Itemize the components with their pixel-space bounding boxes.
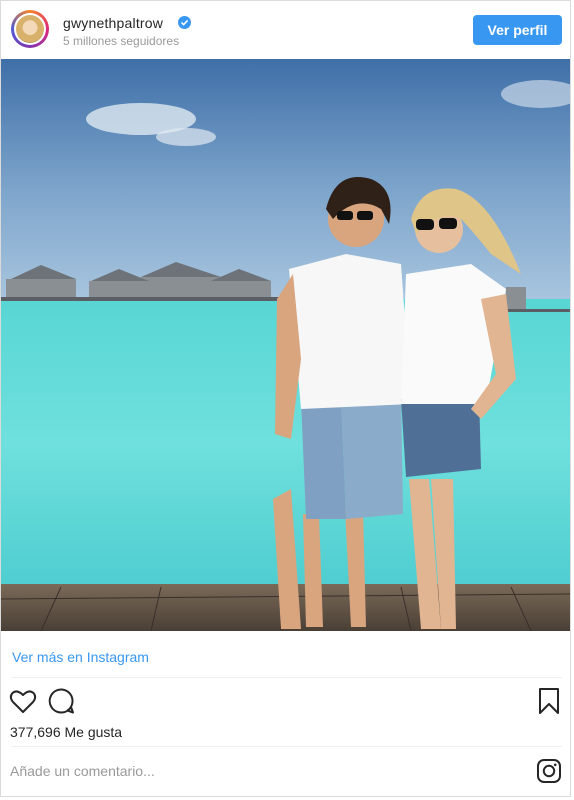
bookmark-icon[interactable] [538, 687, 560, 720]
comment-icon[interactable] [47, 687, 75, 720]
verified-badge-icon [178, 16, 191, 29]
follower-count: 5 millones seguidores [63, 34, 180, 48]
post-photo[interactable] [1, 59, 570, 631]
view-more-on-instagram-link[interactable]: Ver más en Instagram [12, 649, 149, 665]
like-count[interactable]: 377,696 Me gusta [10, 724, 122, 740]
post-header: gwynethpaltrow 5 millones seguidores Ver… [1, 1, 570, 59]
instagram-embed-card: gwynethpaltrow 5 millones seguidores Ver… [0, 0, 571, 797]
divider [11, 677, 562, 678]
heart-icon[interactable] [9, 688, 37, 719]
username[interactable]: gwynethpaltrow [63, 15, 163, 31]
instagram-icon[interactable] [536, 758, 562, 789]
view-profile-button[interactable]: Ver perfil [473, 15, 562, 45]
add-comment-input[interactable]: Añade un comentario... [10, 763, 155, 779]
divider [11, 746, 562, 747]
avatar[interactable] [11, 10, 49, 48]
